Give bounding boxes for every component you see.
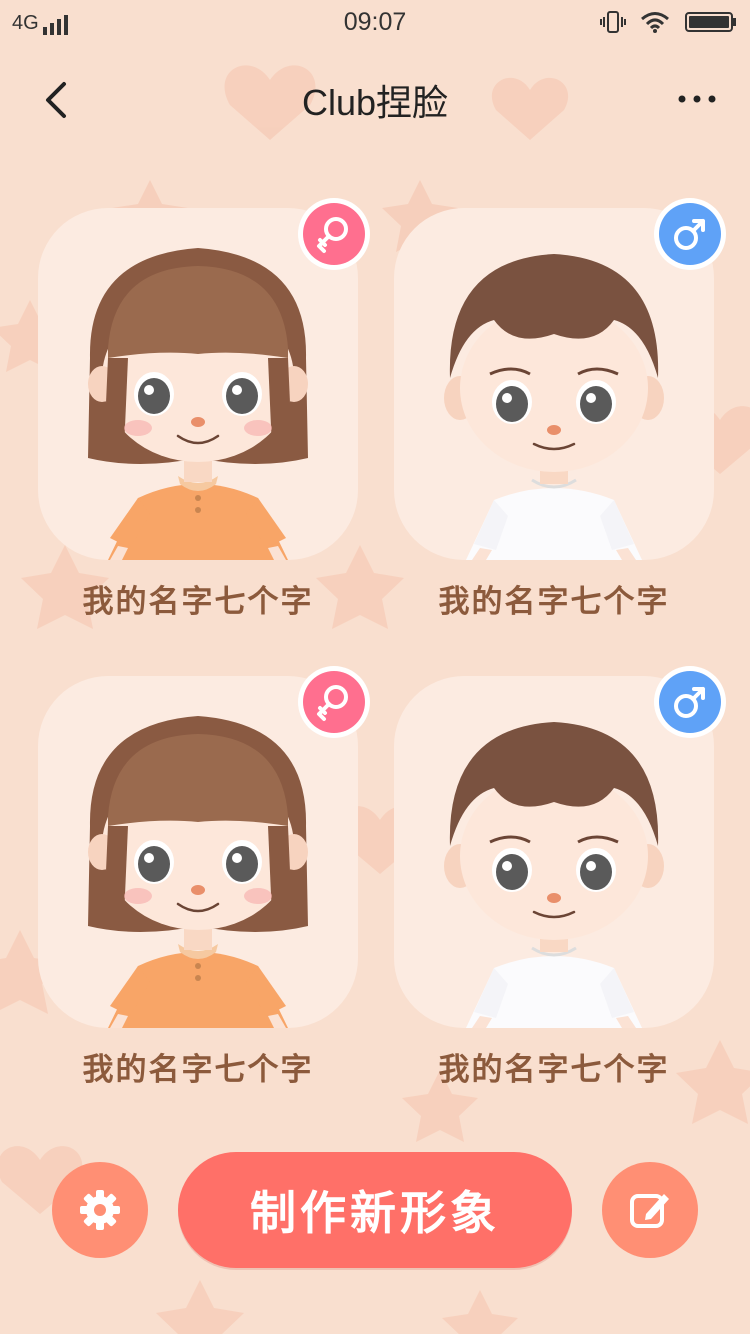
character-card[interactable]: 我的名字七个字 [394,666,726,1088]
create-new-avatar-button[interactable]: 制作新形象 [178,1152,572,1268]
battery-icon [685,12,736,32]
gender-badge [298,666,370,738]
vibrate-icon [600,11,626,33]
nav-bar: Club捏脸 [0,60,750,140]
male-icon [674,219,705,250]
status-icons [600,10,738,34]
more-button[interactable] [672,76,722,122]
edit-icon [630,1194,669,1228]
more-horizontal-icon [678,95,716,103]
settings-button[interactable] [52,1162,148,1258]
character-name: 我的名字七个字 [82,1052,314,1088]
female-icon [317,217,348,253]
gender-badge [654,666,726,738]
gear-icon [80,1190,120,1230]
character-name: 我的名字七个字 [438,584,670,620]
male-icon [674,687,705,718]
wifi-icon [641,12,669,33]
background-pattern [0,65,750,1334]
character-name: 我的名字七个字 [438,1052,670,1088]
page-title: Club捏脸 [301,82,449,123]
status-bar: 4G 09:07 [0,0,750,50]
character-card[interactable]: 我的名字七个字 [38,666,370,1088]
gender-badge [654,198,726,270]
female-icon [317,685,348,721]
edit-button[interactable] [602,1162,698,1258]
gender-badge [298,198,370,270]
character-name: 我的名字七个字 [82,584,314,620]
character-card[interactable]: 我的名字七个字 [394,198,726,620]
character-card[interactable]: 我的名字七个字 [38,198,370,620]
